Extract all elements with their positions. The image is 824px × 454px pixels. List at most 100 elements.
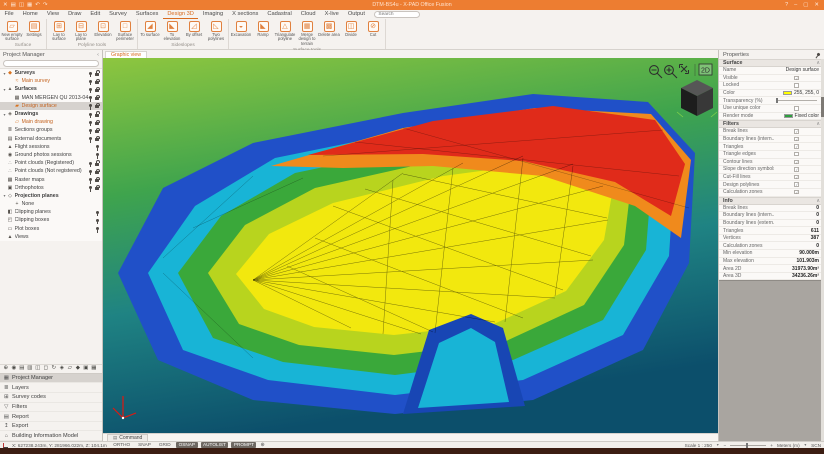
tree-item-external-documents[interactable]: ▤ External documents xyxy=(0,135,102,143)
nav-item-filters[interactable]: ▽ Filters xyxy=(0,403,102,413)
tree-item-clipping-boxes[interactable]: ◰ Clipping boxes xyxy=(0,216,102,225)
ribbon-button-to-elevation[interactable]: ◣ To elevation xyxy=(161,19,183,42)
pin-icon[interactable] xyxy=(96,227,99,233)
pin-icon[interactable] xyxy=(88,128,92,135)
slider-thumb[interactable] xyxy=(776,98,778,103)
tree-filter-input[interactable] xyxy=(3,60,99,67)
ribbon-button-delete-area[interactable]: ▩ Delete area xyxy=(318,19,340,47)
save-project-icon[interactable]: ◫ xyxy=(19,0,24,10)
menu-design-3d[interactable]: Design 3D xyxy=(163,10,199,19)
tree-item-flight-sessions[interactable]: ▲ Flight sessions xyxy=(0,143,102,151)
nav-item-building-information-model[interactable]: ⌂ Building Information Model xyxy=(0,431,102,441)
tree-item-plot-boxes[interactable]: ▭ Plot boxes xyxy=(0,225,102,233)
pin-panel-icon[interactable] xyxy=(816,52,821,57)
open-project-icon[interactable]: ▤ xyxy=(11,0,16,10)
checkbox[interactable] xyxy=(794,151,799,157)
nav-item-survey-codes[interactable]: ⊞ Survey codes xyxy=(0,393,102,403)
checkbox-checked[interactable]: ✓ xyxy=(794,129,799,134)
checkbox-checked[interactable]: ✓ xyxy=(794,182,799,187)
menu-cadastral[interactable]: Cadastral xyxy=(263,10,296,19)
pin-icon[interactable] xyxy=(88,104,92,110)
ribbon-button-to-surface[interactable]: ◢ To surface xyxy=(139,19,161,42)
pin-icon[interactable] xyxy=(88,178,92,184)
tree-item-surfaces[interactable]: ▾ ▲ Surfaces xyxy=(0,85,102,94)
ribbon-button-elevation[interactable]: ⊡ Elevation xyxy=(92,19,114,42)
app-logo-icon[interactable]: ✕ xyxy=(3,0,8,10)
unlock-icon[interactable] xyxy=(95,94,100,101)
tree-item-clipping-planes[interactable]: ◧ Clipping planes xyxy=(0,208,102,217)
pin-icon[interactable] xyxy=(96,210,99,217)
checkbox-checked[interactable]: ✓ xyxy=(794,136,799,142)
checkbox[interactable] xyxy=(794,83,799,88)
unlock-icon[interactable] xyxy=(95,119,100,125)
section-header-info[interactable]: Info ∧ xyxy=(719,196,824,205)
ribbon-button-surface-perimeter[interactable]: □ Surface perimeter xyxy=(114,19,136,42)
menu-view[interactable]: View xyxy=(42,10,63,19)
ribbon-button-lay-to-plane[interactable]: ⊟ Lay to plane xyxy=(70,19,92,42)
nav-item-project-manager[interactable]: ▦ Project Manager xyxy=(0,373,102,384)
tree-item-man-mergen-qu-2013-04[interactable]: ▦ MAN MERGEN QU 2013-04-... xyxy=(0,94,102,102)
view-2d-icon[interactable]: 2D xyxy=(698,63,713,76)
ribbon-button-ramp[interactable]: ◣ Ramp xyxy=(252,19,274,47)
tree-item-surveys[interactable]: ▾ ◆ Surveys xyxy=(0,69,102,78)
zoom-slider-plus[interactable]: + xyxy=(770,443,773,448)
menu-survey[interactable]: Survey xyxy=(105,10,132,19)
pin-icon[interactable] xyxy=(88,96,92,102)
zoom-slider[interactable] xyxy=(730,442,767,448)
maximize-button[interactable]: ▢ xyxy=(803,0,808,10)
collapse-section-icon[interactable]: ∧ xyxy=(816,121,820,127)
search-input[interactable] xyxy=(374,11,421,18)
tree-item-ground-photos-sessions[interactable]: ◉ Ground photos sessions xyxy=(0,151,102,159)
tree-item-point-clouds-registered[interactable]: ∴ Point clouds (Registered) xyxy=(0,159,102,168)
tree-item-point-clouds-not-registered[interactable]: ∴ Point clouds (Not registered) xyxy=(0,167,102,176)
pin-icon[interactable] xyxy=(88,186,92,192)
tree-item-projection-planes[interactable]: ▾ ◇ Projection planes xyxy=(0,192,102,200)
redo-icon[interactable]: ↷ xyxy=(43,0,48,10)
color-swatch[interactable] xyxy=(783,113,793,119)
unlock-icon[interactable] xyxy=(95,168,100,174)
collapse-section-icon[interactable]: ∧ xyxy=(816,60,820,66)
menu-file[interactable]: File xyxy=(0,10,18,19)
units-selector[interactable]: Meters (m) xyxy=(777,443,800,448)
ribbon-button-by-offset[interactable]: ◿ By offset xyxy=(183,19,205,42)
unlock-icon[interactable] xyxy=(95,176,100,183)
ribbon-button-divide[interactable]: ◫ Divide xyxy=(340,19,362,47)
checkbox-checked[interactable]: ✓ xyxy=(794,75,799,81)
menu-x-live[interactable]: X-live xyxy=(320,10,343,19)
pin-icon[interactable] xyxy=(88,169,92,176)
checkbox-checked[interactable]: ✓ xyxy=(794,159,799,165)
tree-item-views[interactable]: ▲ Views xyxy=(0,233,102,241)
unlock-icon[interactable] xyxy=(95,127,100,133)
zoom-slider-minus[interactable]: − xyxy=(723,443,726,448)
pin-icon[interactable] xyxy=(88,87,92,94)
collapse-section-icon[interactable]: ∧ xyxy=(816,198,820,204)
pin-icon[interactable] xyxy=(96,218,99,225)
nav-item-report[interactable]: ▤ Report xyxy=(0,412,102,422)
unlock-icon[interactable] xyxy=(95,135,100,142)
ribbon-button-merge-design-to-terrain[interactable]: ▦ Merge design to terrain xyxy=(296,19,318,47)
zoom-slider-knob[interactable] xyxy=(746,442,749,448)
pin-icon[interactable] xyxy=(96,145,99,151)
menu-draw[interactable]: Draw xyxy=(64,10,86,19)
ribbon-button-new-empty-surface[interactable]: ▱ New empty surface xyxy=(1,19,23,42)
pin-icon[interactable] xyxy=(96,153,99,159)
scale-selector[interactable]: Scale 1 : 250 xyxy=(685,443,712,448)
transparency-slider[interactable] xyxy=(776,98,817,103)
section-header-surface[interactable]: Surface ∧ xyxy=(719,59,824,67)
menu-surfaces[interactable]: Surfaces xyxy=(131,10,162,19)
menu-output[interactable]: Output xyxy=(343,10,369,19)
checkbox-checked[interactable]: ✓ xyxy=(794,144,799,149)
tab-graphic-view[interactable]: Graphic view xyxy=(105,51,147,58)
ribbon-button-excavation[interactable]: ◒ Excavation xyxy=(230,19,252,47)
nav-item-layers[interactable]: ≣ Layers xyxy=(0,383,102,394)
pin-icon[interactable] xyxy=(88,120,92,127)
tree-item-orthophotos[interactable]: ▣ Orthophotos xyxy=(0,184,102,192)
ribbon-button-lay-to-surface[interactable]: ⊞ Lay to surface xyxy=(48,19,70,42)
unlock-icon[interactable] xyxy=(95,185,100,191)
ribbon-button-settings[interactable]: ▤ Settings xyxy=(23,19,45,42)
menu-edit[interactable]: Edit xyxy=(86,10,105,19)
unlock-icon[interactable] xyxy=(95,160,100,166)
minimize-button[interactable]: – xyxy=(794,0,797,10)
pin-icon[interactable] xyxy=(88,79,92,86)
unlock-icon[interactable] xyxy=(95,103,100,109)
